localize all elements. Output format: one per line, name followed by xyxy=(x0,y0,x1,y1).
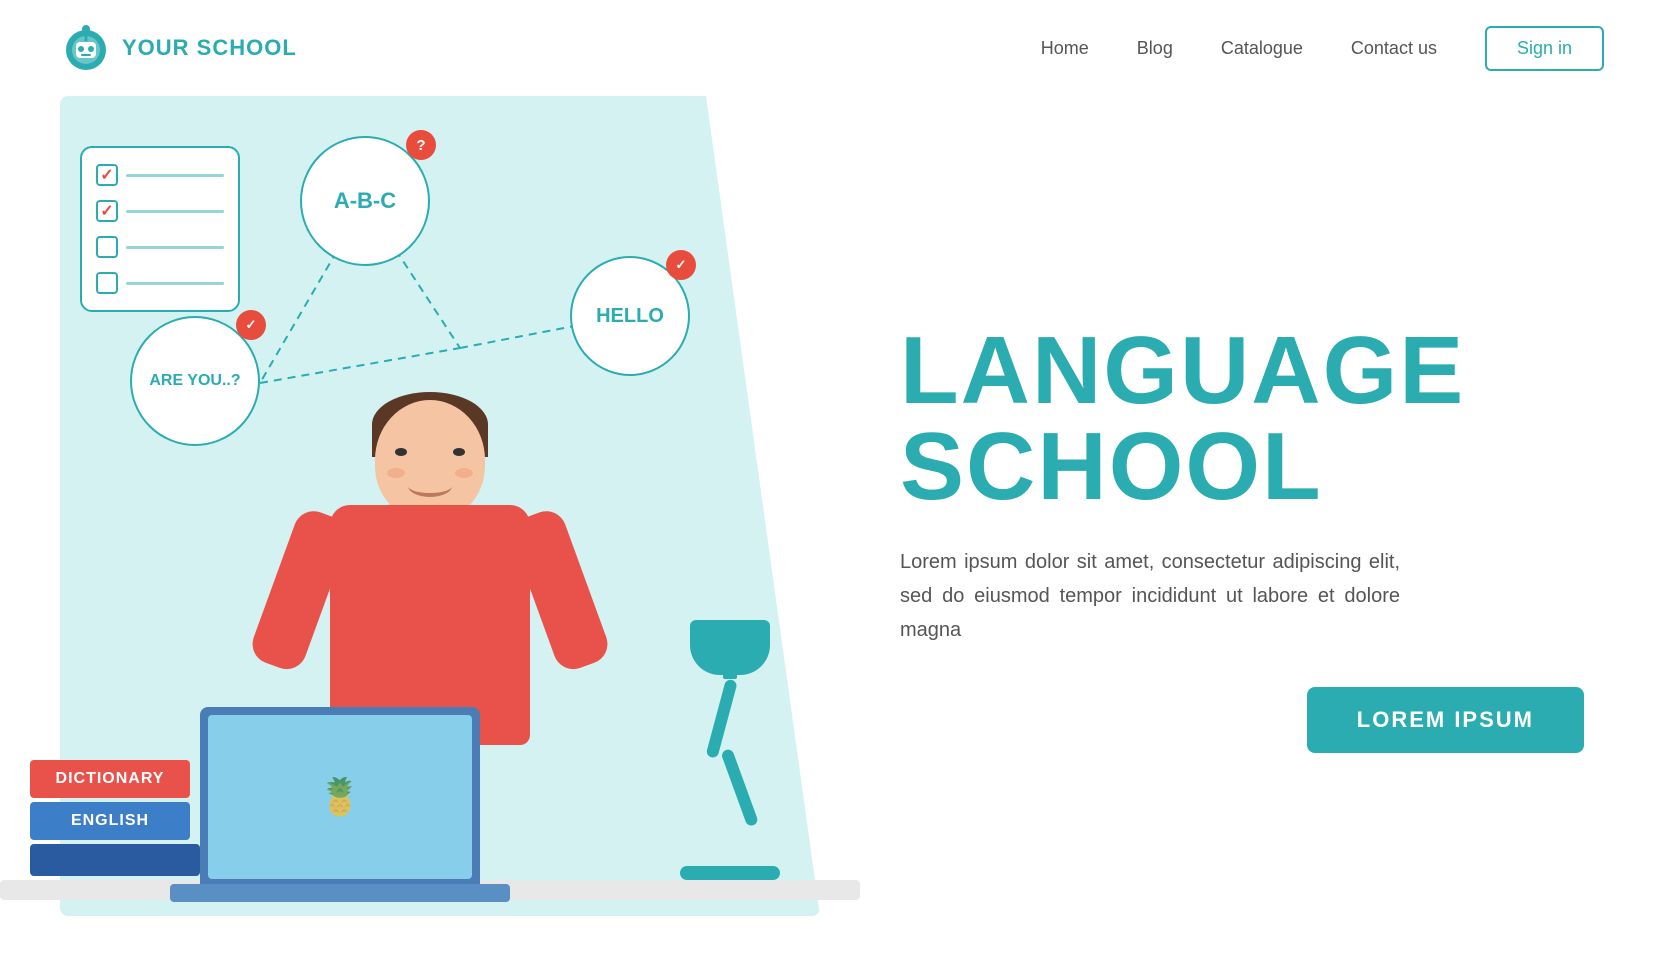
checklist-item-1: ✓ xyxy=(96,164,224,186)
text-panel: LANGUAGE SCHOOL Lorem ipsum dolor sit am… xyxy=(860,96,1664,980)
logo-icon xyxy=(60,22,112,74)
checklist-item-4 xyxy=(96,272,224,294)
cta-button[interactable]: LOREM IPSUM xyxy=(1307,687,1584,753)
nav-home[interactable]: Home xyxy=(1041,38,1089,59)
student-head xyxy=(375,400,485,520)
book-english: ENGLISH xyxy=(30,802,190,840)
bubble-hello: HELLO ✓ xyxy=(570,256,690,376)
checklist-item-3 xyxy=(96,236,224,258)
checkbox-1: ✓ xyxy=(96,164,118,186)
student-eyes xyxy=(395,448,465,456)
bubble-areyou: ARE YOU..? ✓ xyxy=(130,316,260,446)
bubble-abc: A-B-C ? xyxy=(300,136,430,266)
laptop-screen: 🍍 xyxy=(200,707,480,887)
checkbox-3 xyxy=(96,236,118,258)
lamp-arm1 xyxy=(705,678,737,758)
lamp-head xyxy=(690,620,770,675)
laptop: 🍍 xyxy=(170,702,510,902)
student-smile xyxy=(408,475,452,497)
main-content: ✓ ✓ A-B-C ? xyxy=(0,96,1664,980)
lamp xyxy=(660,620,800,880)
heading-school: SCHOOL xyxy=(900,419,1584,515)
laptop-logo: 🍍 xyxy=(318,776,363,818)
checkbox-2: ✓ xyxy=(96,200,118,222)
question-badge: ? xyxy=(406,130,436,160)
laptop-screen-inner: 🍍 xyxy=(208,715,472,879)
lamp-arm2 xyxy=(720,748,759,827)
illustration-panel: ✓ ✓ A-B-C ? xyxy=(0,96,860,980)
laptop-base xyxy=(170,884,510,902)
nav-contact[interactable]: Contact us xyxy=(1351,38,1437,59)
checkbox-4 xyxy=(96,272,118,294)
lamp-base xyxy=(680,866,780,880)
logo-text: YOUR SCHOOL xyxy=(122,35,297,61)
sign-in-button[interactable]: Sign in xyxy=(1485,26,1604,71)
header: YOUR SCHOOL Home Blog Catalogue Contact … xyxy=(0,0,1664,96)
book-dictionary: DICTIONARY xyxy=(30,760,190,798)
eye-left xyxy=(395,448,407,456)
nav-catalogue[interactable]: Catalogue xyxy=(1221,38,1303,59)
cheek-left xyxy=(387,468,405,478)
checklist-card: ✓ ✓ xyxy=(80,146,240,312)
nav-blog[interactable]: Blog xyxy=(1137,38,1173,59)
check-badge-areyou: ✓ xyxy=(236,310,266,340)
checklist-item-2: ✓ xyxy=(96,200,224,222)
heading-language: LANGUAGE xyxy=(900,323,1584,419)
cheek-right xyxy=(455,468,473,478)
check-badge-hello: ✓ xyxy=(666,250,696,280)
eye-right xyxy=(453,448,465,456)
main-nav: Home Blog Catalogue Contact us Sign in xyxy=(1041,26,1604,71)
logo: YOUR SCHOOL xyxy=(60,22,297,74)
description-text: Lorem ipsum dolor sit amet, consectetur … xyxy=(900,545,1400,647)
